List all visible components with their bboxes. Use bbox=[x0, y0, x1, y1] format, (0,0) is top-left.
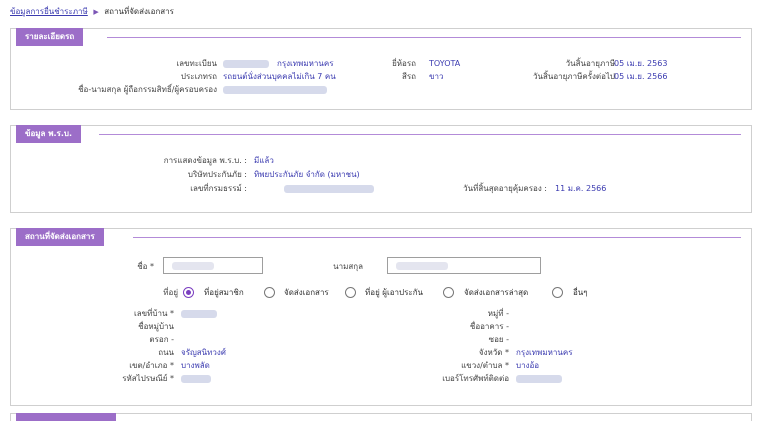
district-value: บางพลัด bbox=[181, 361, 210, 370]
moo-label: หมู่ที่ - bbox=[487, 309, 509, 318]
breadcrumb-link-tax-info[interactable]: ข้อมูลการยื่นชำระภาษี bbox=[10, 7, 88, 16]
house-no-redacted bbox=[181, 310, 217, 318]
address-label: ที่อยู่ bbox=[163, 288, 178, 297]
province-label: จังหวัด * bbox=[478, 348, 509, 357]
owner-name-redacted bbox=[223, 86, 327, 94]
postcode-label: รหัสไปรษณีย์ * bbox=[122, 374, 174, 383]
brand-value: TOYOTA bbox=[429, 59, 461, 68]
reg-label: เลขทะเบียน bbox=[176, 59, 217, 68]
color-label: สีรถ bbox=[401, 72, 416, 81]
delivery-address-panel: สถานที่จัดส่งเอกสาร ชื่อ * นามสกุล ที่อย… bbox=[10, 228, 752, 406]
header-divider bbox=[133, 237, 741, 238]
postcode-redacted bbox=[181, 375, 211, 383]
house-no-label: เลขที่บ้าน * bbox=[134, 309, 174, 318]
first-name-label: ชื่อ * bbox=[137, 262, 154, 271]
road-label: ถนน bbox=[158, 348, 174, 357]
address-option-insured-label[interactable]: ที่อยู่ ผู้เอาประกัน bbox=[365, 288, 423, 298]
address-option-send-docs-radio[interactable] bbox=[264, 287, 275, 298]
tax-expiry-value: 05 เม.ย. 2563 bbox=[614, 59, 668, 68]
insurance-display-label: การแสดงข้อมูล พ.ร.บ. : bbox=[163, 156, 247, 165]
breadcrumb: ข้อมูลการยื่นชำระภาษี ▶ สถานที่จัดส่งเอก… bbox=[10, 5, 174, 18]
owner-label: ชื่อ-นามสกุล ผู้ถือกรรมสิทธิ์/ผู้ครอบครอ… bbox=[78, 85, 217, 94]
phone-label: เบอร์โทรศัพท์ติดต่อ bbox=[442, 374, 509, 383]
insurance-header: ข้อมูล พ.ร.บ. bbox=[16, 125, 81, 143]
tax-expiry-label: วันสิ้นอายุภาษี bbox=[565, 59, 615, 68]
village-label: ชื่อหมู่บ้าน bbox=[138, 322, 174, 331]
address-option-latest-label[interactable]: จัดส่งเอกสารล่าสุด bbox=[464, 288, 528, 298]
next-expiry-label: วันสิ้นอายุภาษีครั้งต่อไป bbox=[533, 72, 615, 81]
type-label: ประเภทรถ bbox=[180, 72, 217, 81]
district-label: เขต/อำเภอ * bbox=[129, 361, 174, 370]
next-panel-header bbox=[16, 413, 116, 421]
last-name-label: นามสกุล bbox=[333, 262, 363, 271]
insurance-panel: ข้อมูล พ.ร.บ. การแสดงข้อมูล พ.ร.บ. : มีแ… bbox=[10, 125, 752, 213]
address-option-member-radio[interactable] bbox=[183, 287, 194, 298]
brand-label: ยี่ห้อรถ bbox=[392, 59, 416, 68]
first-name-redacted bbox=[172, 262, 214, 270]
policy-number-label: เลขที่กรมธรรม์ : bbox=[190, 184, 247, 193]
coverage-end-label: วันที่สิ้นสุดอายุคุ้มครอง : bbox=[463, 184, 547, 193]
address-option-member-label[interactable]: ที่อยู่สมาชิก bbox=[204, 288, 244, 298]
first-name-input[interactable] bbox=[163, 257, 263, 274]
address-option-insured-radio[interactable] bbox=[345, 287, 356, 298]
alley-label: ตรอก - bbox=[149, 335, 174, 344]
vehicle-details-header: รายละเอียดรถ bbox=[16, 28, 84, 46]
last-name-redacted bbox=[396, 262, 448, 270]
insurance-company-label: บริษัทประกันภัย : bbox=[187, 170, 247, 179]
last-name-input[interactable] bbox=[387, 257, 541, 274]
delivery-address-header: สถานที่จัดส่งเอกสาร bbox=[16, 228, 104, 246]
building-label: ชื่ออาคาร - bbox=[469, 322, 509, 331]
phone-redacted bbox=[516, 375, 562, 383]
address-option-other-label[interactable]: อื่นๆ bbox=[573, 288, 588, 298]
subdistrict-value: บางอ้อ bbox=[516, 361, 540, 370]
insurance-display-value: มีแล้ว bbox=[254, 156, 274, 165]
vehicle-details-panel: รายละเอียดรถ เลขทะเบียน กรุงเทพมหานคร ปร… bbox=[10, 28, 752, 110]
reg-province: กรุงเทพมหานคร bbox=[277, 59, 334, 68]
breadcrumb-separator-icon: ▶ bbox=[93, 8, 99, 16]
next-panel bbox=[10, 413, 752, 421]
province-value: กรุงเทพมหานคร bbox=[516, 348, 573, 357]
policy-number-redacted bbox=[284, 185, 374, 193]
color-value: ขาว bbox=[429, 72, 444, 81]
coverage-end-value: 11 ม.ค. 2566 bbox=[555, 184, 607, 193]
breadcrumb-current: สถานที่จัดส่งเอกสาร bbox=[104, 7, 174, 16]
insurance-company-value: ทิพยประกันภัย จำกัด (มหาชน) bbox=[254, 170, 360, 179]
type-value: รถยนต์นั่งส่วนบุคคลไม่เกิน 7 คน bbox=[223, 72, 336, 81]
header-divider bbox=[107, 37, 741, 38]
next-expiry-value: 05 เม.ย. 2566 bbox=[614, 72, 668, 81]
reg-number-redacted bbox=[223, 60, 269, 68]
soi-label: ซอย - bbox=[488, 335, 509, 344]
address-option-send-docs-label[interactable]: จัดส่งเอกสาร bbox=[284, 288, 329, 298]
subdistrict-label: แขวง/ตำบล * bbox=[461, 361, 509, 370]
address-option-latest-radio[interactable] bbox=[443, 287, 454, 298]
road-value: จรัญสนิทวงศ์ bbox=[181, 348, 226, 357]
header-divider bbox=[99, 134, 741, 135]
address-option-other-radio[interactable] bbox=[552, 287, 563, 298]
